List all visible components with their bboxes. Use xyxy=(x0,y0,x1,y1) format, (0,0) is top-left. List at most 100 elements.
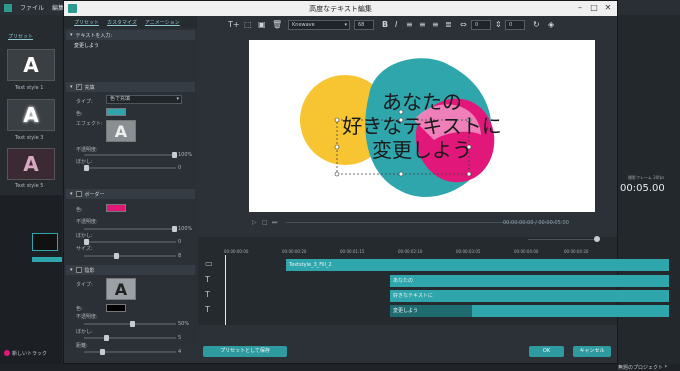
collapse-icon[interactable]: ▾ xyxy=(70,32,73,38)
playback-time: 00:00:00:00 / 00:00:05:00 xyxy=(503,220,569,226)
border-blur-label: ぼかし: xyxy=(76,233,93,239)
shadow-label: 陰影 xyxy=(84,267,95,274)
fill-blur-slider[interactable] xyxy=(84,165,176,171)
shape-track-icon: ▭ xyxy=(205,259,213,268)
fill-blur-label: ぼかし: xyxy=(76,159,93,165)
letter-spacing-input[interactable]: 0 xyxy=(471,20,491,30)
font-select[interactable]: Knewave ▾ xyxy=(288,20,350,30)
track-text-3[interactable]: 変更しよう xyxy=(390,305,472,317)
timeline-ruler: 00:00:00:00 00:00:00:20 00:00:01:15 00:0… xyxy=(224,245,609,257)
slider-handle[interactable] xyxy=(114,253,119,259)
shadow-color-swatch[interactable] xyxy=(106,304,126,312)
shadow-blur-slider[interactable] xyxy=(84,335,176,341)
cancel-button[interactable]: キャンセル xyxy=(573,346,611,357)
slider-handle[interactable] xyxy=(172,152,177,158)
justify-icon[interactable]: ≣ xyxy=(445,20,452,29)
track-text-1[interactable]: あなたの xyxy=(390,275,669,287)
handle[interactable] xyxy=(398,171,404,177)
text-input-section[interactable]: ▾ テキストを入力: xyxy=(66,30,195,40)
italic-icon[interactable]: I xyxy=(395,20,397,29)
fill-checkbox[interactable]: ✓ xyxy=(75,84,82,90)
collapse-icon[interactable]: ▾ xyxy=(70,84,73,90)
shadow-distance-slider[interactable] xyxy=(84,349,176,355)
slider-handle[interactable] xyxy=(84,165,89,171)
new-track-icon[interactable] xyxy=(4,350,10,356)
align-left-icon[interactable]: ≡ xyxy=(406,20,413,29)
maximize-button[interactable]: □ xyxy=(587,2,601,14)
handle[interactable] xyxy=(334,171,340,177)
collapse-icon[interactable]: ▾ xyxy=(70,267,73,273)
preset-tab[interactable]: プリセット xyxy=(8,33,33,40)
align-center-icon[interactable]: ≡ xyxy=(419,20,426,29)
align-right-icon[interactable]: ≡ xyxy=(432,20,439,29)
zoom-handle[interactable] xyxy=(594,236,600,242)
zoom-slider[interactable] xyxy=(528,239,598,240)
track-text-3-tail[interactable] xyxy=(472,305,669,317)
shadow-blur-value: 5 xyxy=(178,335,182,341)
text-toolbar: T+ ⬚ ▣ 🗑 Knewave ▾ 68 B I ≡ ≡ ≡ ≣ ⇔ 0 ⇕ 0… xyxy=(198,16,617,34)
ruler-tick: 00:00:00:00 xyxy=(224,249,249,254)
delete-icon[interactable]: 🗑 xyxy=(272,20,282,29)
preview-canvas[interactable]: あなたの 好きなテキストに 変更しよう xyxy=(249,40,595,212)
border-size-slider[interactable] xyxy=(84,253,176,259)
new-track-label[interactable]: 新しいトラック xyxy=(12,350,47,357)
fill-color-swatch[interactable] xyxy=(106,108,126,116)
ok-button[interactable]: OK xyxy=(529,346,564,357)
preview-text-line-2: 好きなテキストに xyxy=(342,114,502,138)
title-bar: 高度なテキスト編集 – □ ✕ xyxy=(64,1,617,16)
font-size-select[interactable]: 68 xyxy=(354,20,374,30)
save-preset-button[interactable]: プリセットとして保存 xyxy=(203,346,287,357)
minimize-button[interactable]: – xyxy=(573,2,587,14)
border-color-swatch[interactable] xyxy=(106,204,126,212)
track-shape[interactable]: Textstyle_3_Fill_2 xyxy=(286,259,669,271)
border-opacity-label: 不透明度: xyxy=(76,219,98,225)
border-color-label: 色: xyxy=(76,207,83,213)
menu-file[interactable]: ファイル xyxy=(20,3,44,12)
shadow-checkbox[interactable] xyxy=(75,267,82,273)
border-blur-slider[interactable] xyxy=(84,239,176,245)
line-spacing-input[interactable]: 0 xyxy=(505,20,525,30)
border-size-label: サイズ: xyxy=(76,246,93,252)
collapse-icon[interactable]: ▾ xyxy=(70,191,73,197)
text-style-1-thumb[interactable]: A xyxy=(7,49,55,81)
bold-icon[interactable]: B xyxy=(382,20,388,29)
tab-customize[interactable]: カスタマイズ xyxy=(107,19,137,26)
border-section-header[interactable]: ▾ ボーダー xyxy=(66,189,195,199)
shadow-type-preview[interactable]: A xyxy=(106,278,136,300)
line-spacing-value: 0 xyxy=(509,22,513,28)
text-style-3-thumb[interactable]: A xyxy=(7,99,55,131)
layers-icon[interactable]: ◈ xyxy=(548,20,554,29)
slider-handle[interactable] xyxy=(100,349,105,355)
shadow-section-header[interactable]: ▾ 陰影 xyxy=(66,265,195,275)
slider-handle[interactable] xyxy=(130,321,135,327)
close-button[interactable]: ✕ xyxy=(601,2,615,14)
fill-type-select[interactable]: 色で充填 ▾ xyxy=(106,95,182,104)
fill-opacity-slider[interactable] xyxy=(84,152,177,158)
shape-icon[interactable]: ⬚ xyxy=(244,20,252,29)
border-opacity-slider[interactable] xyxy=(84,226,177,232)
step-icon[interactable]: ⏭ xyxy=(272,219,277,227)
tab-preset[interactable]: プリセット xyxy=(74,19,99,26)
track-text-2[interactable]: 好きなテキストに xyxy=(390,290,669,302)
slider-handle[interactable] xyxy=(104,335,109,341)
line-spacing-icon[interactable]: ⇕ xyxy=(495,20,502,29)
handle[interactable] xyxy=(466,171,472,177)
shadow-color-label: 色: xyxy=(76,306,83,312)
add-text-icon[interactable]: T+ xyxy=(228,20,240,29)
letter-spacing-icon[interactable]: ⇔ xyxy=(460,20,467,29)
fill-effect-preview[interactable]: A xyxy=(106,120,136,142)
shadow-opacity-slider[interactable] xyxy=(84,321,176,327)
text-input-field[interactable]: 変更しよう xyxy=(74,42,189,72)
stop-icon[interactable]: □ xyxy=(262,219,268,226)
playhead[interactable] xyxy=(225,255,226,325)
slider-handle[interactable] xyxy=(172,226,177,232)
ruler-tick: 00:00:04:00 xyxy=(514,249,539,254)
text-style-5-thumb[interactable]: A xyxy=(7,148,55,180)
fill-section-header[interactable]: ▾ ✓ 充填 xyxy=(66,82,195,92)
play-icon[interactable]: ▷ xyxy=(252,219,257,226)
border-checkbox[interactable] xyxy=(75,191,82,197)
rotate-icon[interactable]: ↻ xyxy=(533,20,540,29)
image-icon[interactable]: ▣ xyxy=(258,20,266,29)
project-name: 無題のプロジェクト * xyxy=(618,365,668,371)
tab-animation[interactable]: アニメーション xyxy=(145,19,180,26)
